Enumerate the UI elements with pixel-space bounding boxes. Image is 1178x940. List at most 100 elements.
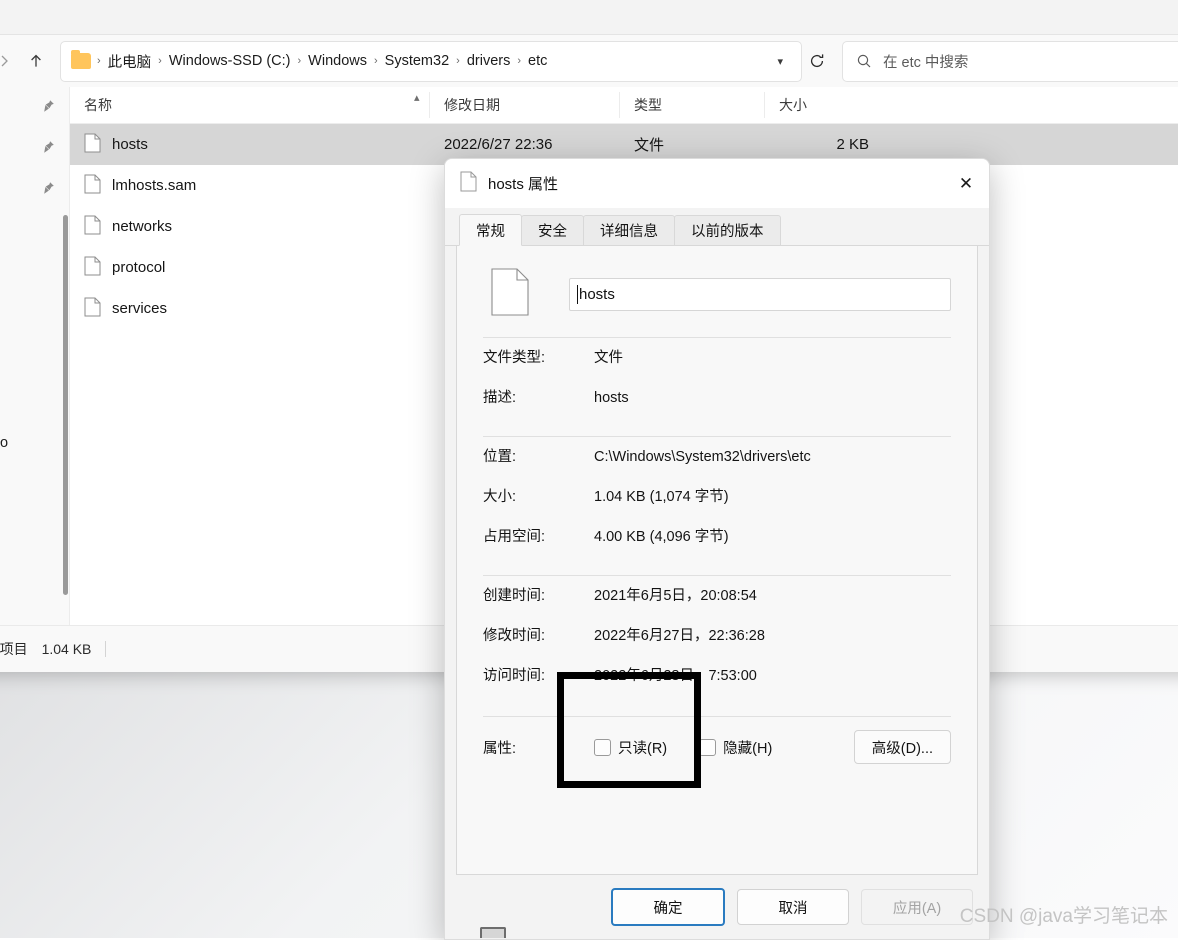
file-name-cell: hosts bbox=[70, 133, 430, 157]
search-placeholder: 在 etc 中搜索 bbox=[883, 51, 968, 72]
breadcrumb-item-2[interactable]: Windows bbox=[303, 51, 372, 71]
status-size-label: 1.04 KB bbox=[42, 641, 92, 657]
hosts-properties-dialog: hosts 属性 ✕ 常规 安全 详细信息 以前的版本 hosts 文件类型: … bbox=[444, 158, 990, 940]
tab-general[interactable]: 常规 bbox=[459, 214, 522, 246]
column-header-date[interactable]: 修改日期 bbox=[430, 92, 620, 118]
file-icon bbox=[84, 133, 101, 157]
property-row-accessed: 访问时间: 2022年6月28日，7:53:00 bbox=[483, 664, 951, 704]
property-value: 2022年6月27日，22:36:28 bbox=[594, 624, 765, 645]
filename-field[interactable]: hosts bbox=[569, 278, 951, 311]
breadcrumb-item-4[interactable]: drivers bbox=[462, 51, 516, 71]
filename-value: hosts bbox=[579, 286, 615, 303]
property-label: 访问时间: bbox=[483, 664, 594, 685]
pin-icon[interactable] bbox=[41, 140, 55, 158]
property-value: 2021年6月5日，20:08:54 bbox=[594, 584, 757, 605]
dialog-title: hosts 属性 bbox=[488, 173, 558, 194]
breadcrumb-separator: › bbox=[515, 55, 523, 67]
apply-button: 应用(A) bbox=[861, 889, 973, 925]
text-caret bbox=[577, 285, 578, 304]
file-date-cell: 2022/6/27 22:36 bbox=[430, 136, 620, 153]
file-name-label: hosts bbox=[112, 136, 148, 153]
file-name-label: protocol bbox=[112, 259, 165, 276]
cancel-button[interactable]: 取消 bbox=[737, 889, 849, 925]
forward-button[interactable] bbox=[0, 45, 20, 77]
property-row-created: 创建时间: 2021年6月5日，20:08:54 bbox=[483, 584, 951, 624]
address-bar[interactable]: › 此电脑 › Windows-SSD (C:) › Windows › Sys… bbox=[60, 41, 802, 82]
pin-icon[interactable] bbox=[41, 99, 55, 117]
ok-button[interactable]: 确定 bbox=[611, 888, 725, 926]
file-name-cell: networks bbox=[70, 215, 430, 239]
file-name-cell: services bbox=[70, 297, 430, 321]
tab-security[interactable]: 安全 bbox=[521, 215, 584, 245]
search-input[interactable]: 在 etc 中搜索 bbox=[842, 41, 1178, 82]
watermark: CSDN @java学习笔记本 bbox=[960, 901, 1168, 928]
file-icon bbox=[84, 256, 101, 280]
sidebar-item-1[interactable] bbox=[0, 128, 69, 169]
property-value: 2022年6月28日，7:53:00 bbox=[594, 664, 757, 685]
property-value: C:\Windows\System32\drivers\etc bbox=[594, 449, 811, 465]
file-icon bbox=[84, 215, 101, 239]
sort-ascending-icon: ▴ bbox=[414, 91, 420, 104]
attributes-row: 属性: 只读(R) 隐藏(H) 高级(D)... bbox=[483, 723, 951, 771]
property-label: 修改时间: bbox=[483, 624, 594, 645]
sidebar-scrollbar[interactable] bbox=[63, 215, 68, 595]
breadcrumb-separator: › bbox=[156, 55, 164, 67]
pin-icon[interactable] bbox=[41, 181, 55, 199]
property-row-location: 位置: C:\Windows\System32\drivers\etc bbox=[483, 445, 951, 485]
file-type-cell: 文件 bbox=[620, 134, 765, 155]
column-header-name[interactable]: 名称 bbox=[70, 92, 430, 118]
tab-details[interactable]: 详细信息 bbox=[583, 215, 675, 245]
explorer-command-bar: 排序 ▾ 查看 ▾ … bbox=[0, 0, 1178, 35]
hidden-label: 隐藏(H) bbox=[723, 737, 772, 758]
file-name-label: services bbox=[112, 300, 167, 317]
property-value: hosts bbox=[594, 390, 629, 406]
file-name-label: lmhosts.sam bbox=[112, 177, 196, 194]
sidebar-item-3[interactable]: 实训要求 bbox=[0, 210, 69, 251]
status-selection-label: 选中 1 个项目 bbox=[0, 639, 28, 659]
navigation-pane[interactable]: 实训要求 ve - Perso bbox=[0, 87, 70, 626]
property-row-filetype: 文件类型: 文件 bbox=[483, 346, 951, 386]
hidden-checkbox[interactable]: 隐藏(H) bbox=[699, 737, 772, 758]
sidebar-item-4[interactable]: ve - Perso bbox=[0, 251, 69, 463]
breadcrumb-item-3[interactable]: System32 bbox=[380, 51, 454, 71]
refresh-icon[interactable] bbox=[802, 52, 832, 70]
checkbox-box bbox=[594, 739, 611, 756]
tab-previous-versions[interactable]: 以前的版本 bbox=[674, 215, 781, 245]
column-header-type[interactable]: 类型 bbox=[620, 92, 765, 118]
checkbox-box bbox=[699, 739, 716, 756]
file-size-cell: 2 KB bbox=[765, 136, 885, 153]
sidebar-item-2[interactable] bbox=[0, 169, 69, 210]
breadcrumb-item-5[interactable]: etc bbox=[523, 51, 552, 71]
status-divider bbox=[105, 641, 106, 657]
breadcrumb-item-0[interactable]: 此电脑 bbox=[103, 49, 157, 74]
property-label: 描述: bbox=[483, 386, 594, 407]
taskbar-item[interactable] bbox=[480, 927, 506, 938]
folder-icon bbox=[71, 53, 91, 69]
breadcrumb-separator: › bbox=[454, 55, 462, 67]
breadcrumb-item-1[interactable]: Windows-SSD (C:) bbox=[164, 51, 296, 71]
property-row-description: 描述: hosts bbox=[483, 386, 951, 426]
dialog-title-bar[interactable]: hosts 属性 ✕ bbox=[445, 159, 989, 208]
sidebar-item-0[interactable] bbox=[0, 87, 69, 128]
property-row-size-on-disk: 占用空间: 4.00 KB (4,096 字节) bbox=[483, 525, 951, 565]
advanced-button[interactable]: 高级(D)... bbox=[854, 730, 951, 764]
property-value: 1.04 KB (1,074 字节) bbox=[594, 485, 729, 506]
file-icon bbox=[84, 297, 101, 321]
close-icon[interactable]: ✕ bbox=[943, 159, 989, 208]
file-name-cell: lmhosts.sam bbox=[70, 174, 430, 198]
address-bar-row: › 此电脑 › Windows-SSD (C:) › Windows › Sys… bbox=[0, 36, 1178, 86]
property-value: 4.00 KB (4,096 字节) bbox=[594, 525, 729, 546]
up-button[interactable] bbox=[20, 45, 52, 77]
file-icon bbox=[84, 174, 101, 198]
property-label: 创建时间: bbox=[483, 584, 594, 605]
column-headers: 名称 修改日期 类型 大小 ▴ bbox=[70, 87, 1178, 124]
address-history-chevron-down-icon[interactable]: ▾ bbox=[765, 55, 795, 68]
dialog-file-icon bbox=[460, 171, 477, 197]
attributes-label: 属性: bbox=[483, 737, 594, 758]
column-header-size[interactable]: 大小 bbox=[765, 92, 885, 118]
breadcrumb-separator: › bbox=[372, 55, 380, 67]
property-label: 文件类型: bbox=[483, 346, 594, 367]
property-row-modified: 修改时间: 2022年6月27日，22:36:28 bbox=[483, 624, 951, 664]
property-label: 位置: bbox=[483, 445, 594, 466]
readonly-checkbox[interactable]: 只读(R) bbox=[594, 737, 667, 758]
